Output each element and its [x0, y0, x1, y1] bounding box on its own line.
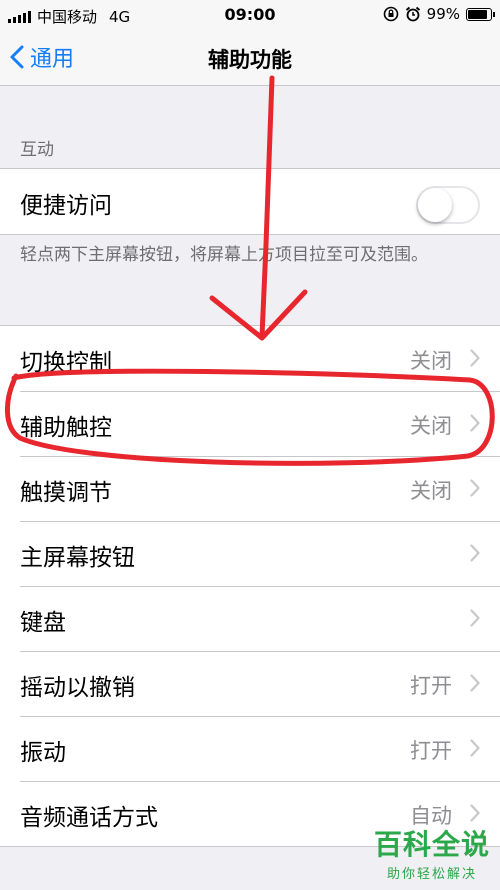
list-item-value: 关闭 — [410, 414, 452, 438]
status-bar: 中国移动 4G 09:00 99% — [0, 0, 500, 30]
battery-percent: 99% — [426, 5, 460, 23]
navigation-bar: 通用 辅助功能 — [0, 30, 500, 86]
list-item[interactable]: 摇动以撤销 打开 — [0, 651, 500, 716]
chevron-right-icon — [470, 609, 480, 627]
list-item-label: 摇动以撤销 — [20, 675, 135, 701]
list-item-value: 关闭 — [410, 349, 452, 373]
list-item-label: 辅助触控 — [20, 415, 112, 441]
status-right: 99% — [383, 5, 495, 23]
chevron-right-icon — [470, 414, 480, 432]
chevron-right-icon — [470, 739, 480, 757]
list-item[interactable]: 辅助触控 关闭 — [0, 391, 500, 456]
reachability-group: 便捷访问 — [0, 168, 500, 235]
chevron-right-icon — [470, 479, 480, 497]
list-item[interactable]: 切换控制 关闭 — [0, 326, 500, 391]
battery-icon — [466, 7, 495, 21]
list-item-label: 主屏幕按钮 — [20, 545, 135, 571]
list-item[interactable]: 主屏幕按钮 — [0, 521, 500, 586]
reachability-label: 便捷访问 — [20, 193, 112, 219]
reachability-row: 便捷访问 — [0, 169, 500, 234]
list-item[interactable]: 振动 打开 — [0, 716, 500, 781]
alarm-icon — [405, 6, 420, 22]
watermark-sub: 助你轻松解决 — [386, 867, 477, 882]
list-item-value: 关闭 — [410, 479, 452, 503]
chevron-right-icon — [470, 674, 480, 692]
reachability-toggle[interactable] — [416, 186, 480, 224]
toggle-knob — [418, 188, 452, 222]
chevron-right-icon — [470, 349, 480, 367]
settings-list: 切换控制 关闭 辅助触控 关闭 触摸调节 关闭 主屏幕按钮 键盘 摇动以撤销 打… — [0, 325, 500, 847]
list-item[interactable]: 触摸调节 关闭 — [0, 456, 500, 521]
rotation-lock-icon — [383, 6, 398, 22]
list-item-label: 切换控制 — [20, 350, 112, 376]
list-item-value: 打开 — [410, 674, 452, 698]
list-item-label: 键盘 — [20, 610, 66, 636]
section-header-interaction: 互动 — [20, 140, 54, 160]
watermark-main: 百科全说 — [373, 828, 490, 861]
list-item-label: 振动 — [20, 740, 66, 766]
list-item-value: 打开 — [410, 739, 452, 763]
reachability-footnote: 轻点两下主屏幕按钮，将屏幕上方项目拉至可及范围。 — [20, 245, 428, 265]
battery-fill — [468, 9, 487, 19]
chevron-right-icon — [470, 804, 480, 822]
page-title: 辅助功能 — [208, 48, 292, 72]
chevron-right-icon — [470, 544, 480, 562]
list-item-label: 音频通话方式 — [20, 805, 158, 831]
watermark-logo: 百科全说 助你轻松解决 — [374, 823, 490, 882]
list-item[interactable]: 键盘 — [0, 586, 500, 651]
list-item-label: 触摸调节 — [20, 480, 112, 506]
